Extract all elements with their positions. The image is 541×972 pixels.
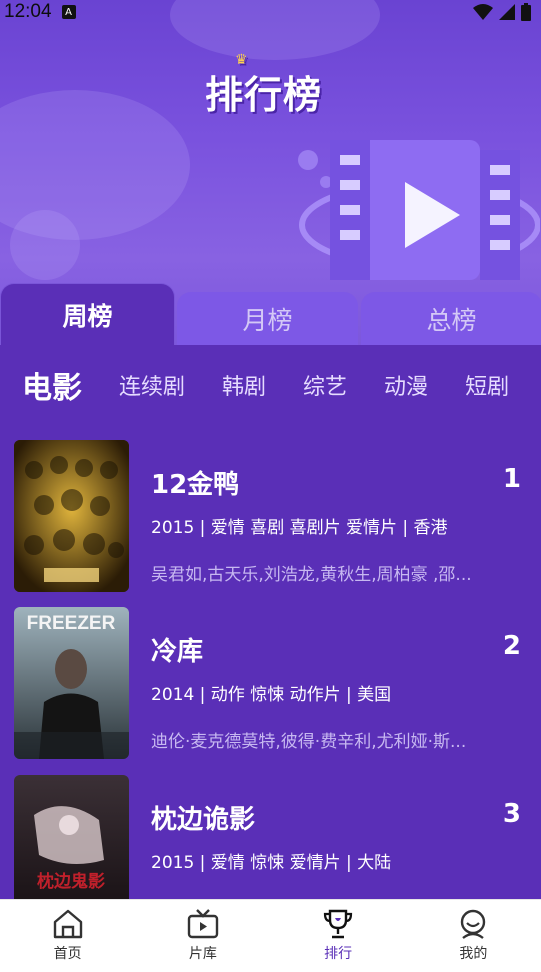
user-icon (461, 909, 486, 939)
rank-number: 3 (502, 799, 521, 829)
category-short[interactable]: 短剧 (465, 369, 509, 401)
nav-ranking-label: 排行 (324, 946, 353, 962)
period-tabs: 周榜 月榜 总榜 (0, 283, 541, 345)
poster-title: 枕边鬼影 (37, 871, 105, 892)
poster-image[interactable] (14, 440, 129, 592)
movie-meta: 2015 | 爱情 喜剧 喜剧片 爱情片 | 香港 (151, 518, 448, 538)
nav-home-label: 首页 (53, 946, 82, 962)
category-kdrama[interactable]: 韩剧 (222, 369, 266, 401)
rank-number: 2 (502, 631, 521, 661)
page-title: ♛ 排行榜 (205, 52, 323, 117)
nav-home[interactable]: 首页 (18, 909, 118, 963)
movie-title: 冷库 (151, 637, 204, 667)
wifi-icon (473, 4, 493, 20)
category-variety[interactable]: 综艺 (303, 369, 347, 401)
nav-profile-label: 我的 (459, 946, 488, 962)
movie-meta: 2014 | 动作 惊悚 动作片 | 美国 (151, 685, 392, 705)
movie-title: 枕边诡影 (151, 805, 256, 835)
nav-ranking[interactable]: 排行 (288, 909, 388, 963)
status-time: 12:04 (4, 1, 52, 22)
movie-cast: 迪伦·麦克德莫特,彼得·费辛利,尤利娅·斯... (151, 732, 467, 752)
category-series[interactable]: 连续剧 (119, 369, 185, 401)
movie-title: 12金鸭 (151, 470, 240, 500)
poster-title: FREEZER (27, 613, 116, 634)
battery-icon (521, 3, 531, 21)
category-movie[interactable]: 电影 (22, 363, 82, 407)
tab-monthly[interactable]: 月榜 (177, 292, 358, 345)
movie-meta: 2015 | 爱情 惊悚 爱情片 | 大陆 (151, 853, 392, 873)
decor-blob (10, 210, 80, 280)
nav-profile[interactable]: 我的 (423, 909, 523, 963)
status-bar: 12:04 A (0, 0, 541, 24)
poster-image[interactable]: FREEZER (14, 607, 129, 759)
home-icon (53, 909, 82, 939)
play-button-illustration (298, 140, 540, 280)
bottom-navigation: 首页 片库 排行 我的 (0, 899, 541, 972)
category-tabs: 电影 连续剧 韩剧 综艺 动漫 短剧 (0, 355, 541, 415)
rank-number: 1 (502, 464, 521, 494)
crown-icon: ♛ (235, 52, 249, 68)
signal-icon (499, 4, 515, 20)
list-item[interactable]: 12金鸭 1 2015 | 爱情 喜剧 喜剧片 爱情片 | 香港 吴君如,古天乐… (0, 440, 541, 592)
nav-library-label: 片库 (188, 946, 217, 962)
list-item[interactable]: FREEZER 冷库 2 2014 | 动作 惊悚 动作片 | 美国 迪伦·麦克… (0, 607, 541, 759)
nav-library[interactable]: 片库 (153, 909, 253, 963)
category-anime[interactable]: 动漫 (384, 369, 428, 401)
notification-icon: A (61, 5, 76, 19)
tab-total[interactable]: 总榜 (361, 292, 541, 345)
trophy-icon (324, 909, 353, 939)
movie-cast: 吴君如,古天乐,刘浩龙,黄秋生,周柏豪 ,邵... (151, 565, 472, 585)
tv-icon (187, 909, 219, 939)
tab-weekly[interactable]: 周榜 (0, 283, 175, 345)
